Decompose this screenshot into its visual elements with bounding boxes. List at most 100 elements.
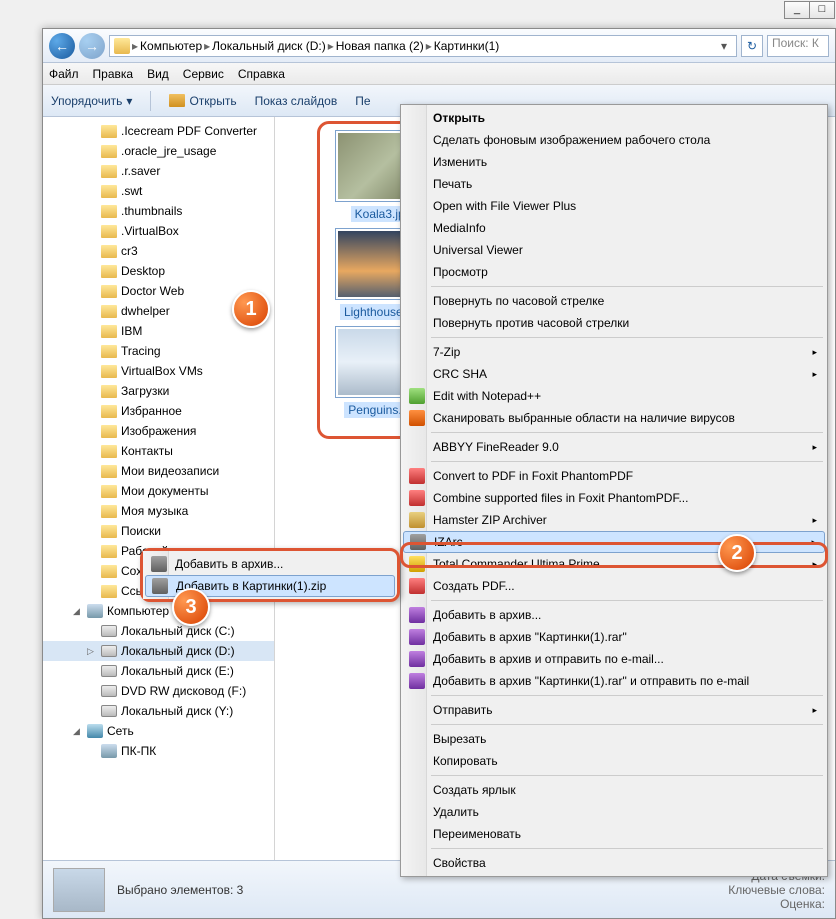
tree-label: Desktop xyxy=(121,264,165,278)
menu-view[interactable]: Вид xyxy=(147,67,169,81)
breadcrumb-item[interactable]: Новая папка (2) xyxy=(336,39,424,53)
tree-item[interactable]: Поиски xyxy=(43,521,274,541)
tree-item[interactable]: Desktop xyxy=(43,261,274,281)
context-menu-item[interactable]: Отправить▸ xyxy=(403,699,825,721)
tree-item[interactable]: .thumbnails xyxy=(43,201,274,221)
menu-item-label: Добавить в архив и отправить по e-mail..… xyxy=(433,652,664,666)
submenu-arrow-icon: ▸ xyxy=(812,347,817,358)
menu-bar: Файл Правка Вид Сервис Справка xyxy=(43,63,835,85)
context-menu-item[interactable]: Edit with Notepad++ xyxy=(403,385,825,407)
context-menu-item[interactable]: Сделать фоновым изображением рабочего ст… xyxy=(403,129,825,151)
menu-help[interactable]: Справка xyxy=(238,67,285,81)
context-menu-item[interactable]: Переименовать xyxy=(403,823,825,845)
menu-item-label: Сканировать выбранные области на наличие… xyxy=(433,411,735,425)
breadcrumb-dropdown[interactable]: ▾ xyxy=(716,39,732,53)
context-menu-item[interactable]: Добавить в архив... xyxy=(403,604,825,626)
context-menu-item[interactable]: 7-Zip▸ xyxy=(403,341,825,363)
forward-button[interactable]: → xyxy=(79,33,105,59)
toolbar-more[interactable]: Пе xyxy=(355,94,370,108)
folder-icon xyxy=(101,345,117,358)
tree-item[interactable]: ПК-ПК xyxy=(43,741,274,761)
tree-item[interactable]: Локальный диск (E:) xyxy=(43,661,274,681)
breadcrumb[interactable]: ▸ Компьютер ▸ Локальный диск (D:) ▸ Нова… xyxy=(109,35,737,57)
minimize-button[interactable]: _ xyxy=(784,1,810,19)
organize-button[interactable]: Упорядочить ▾ xyxy=(51,94,132,108)
context-menu-item[interactable]: Добавить в архив "Картинки(1).rar" xyxy=(403,626,825,648)
open-button[interactable]: Открыть xyxy=(169,94,236,108)
context-menu-item[interactable]: Свойства xyxy=(403,852,825,874)
tree-item[interactable]: .Icecream PDF Converter xyxy=(43,121,274,141)
context-menu-item[interactable]: Hamster ZIP Archiver▸ xyxy=(403,509,825,531)
context-menu-item[interactable]: Universal Viewer xyxy=(403,239,825,261)
folder-icon xyxy=(101,405,117,418)
navigation-tree[interactable]: .Icecream PDF Converter.oracle_jre_usage… xyxy=(43,117,275,860)
net-icon xyxy=(87,724,103,738)
back-button[interactable]: ← xyxy=(49,33,75,59)
context-menu-item[interactable]: Добавить в архив "Картинки(1).rar" и отп… xyxy=(403,670,825,692)
context-menu-item[interactable]: Combine supported files in Foxit Phantom… xyxy=(403,487,825,509)
slideshow-button[interactable]: Показ слайдов xyxy=(255,94,338,108)
menu-item-label: Hamster ZIP Archiver xyxy=(433,513,547,527)
tree-item[interactable]: .VirtualBox xyxy=(43,221,274,241)
tree-item[interactable]: Tracing xyxy=(43,341,274,361)
folder-icon xyxy=(101,265,117,278)
context-menu-item[interactable]: Удалить xyxy=(403,801,825,823)
tree-item[interactable]: Изображения xyxy=(43,421,274,441)
context-menu-item[interactable]: Повернуть по часовой стрелке xyxy=(403,290,825,312)
context-menu-item[interactable]: Total Commander Ultima Prime▸ xyxy=(403,553,825,575)
breadcrumb-sep: ▸ xyxy=(328,39,334,53)
tree-item[interactable]: Контакты xyxy=(43,441,274,461)
context-menu-item[interactable]: Создать ярлык xyxy=(403,779,825,801)
menu-tools[interactable]: Сервис xyxy=(183,67,224,81)
folder-icon xyxy=(101,245,117,258)
tree-item[interactable]: ▷Локальный диск (D:) xyxy=(43,641,274,661)
tree-item[interactable]: .r.saver xyxy=(43,161,274,181)
submenu-item[interactable]: Добавить в архив... xyxy=(145,553,395,575)
context-menu-item[interactable]: Вырезать xyxy=(403,728,825,750)
tree-item[interactable]: ◢Сеть xyxy=(43,721,274,741)
tree-item[interactable]: cr3 xyxy=(43,241,274,261)
toolbar-sep xyxy=(150,91,151,111)
tree-item[interactable]: DVD RW дисковод (F:) xyxy=(43,681,274,701)
context-menu-item[interactable]: ABBYY FineReader 9.0▸ xyxy=(403,436,825,458)
search-input[interactable]: Поиск: К xyxy=(767,35,829,57)
tree-item[interactable]: Мои документы xyxy=(43,481,274,501)
menu-edit[interactable]: Правка xyxy=(93,67,134,81)
breadcrumb-item[interactable]: Компьютер xyxy=(140,39,202,53)
context-menu[interactable]: ОткрытьСделать фоновым изображением рабо… xyxy=(400,104,828,877)
context-menu-item[interactable]: Печать xyxy=(403,173,825,195)
breadcrumb-item[interactable]: Локальный диск (D:) xyxy=(212,39,326,53)
context-menu-item[interactable]: Открыть xyxy=(403,107,825,129)
context-menu-item[interactable]: Добавить в архив и отправить по e-mail..… xyxy=(403,648,825,670)
folder-icon xyxy=(101,565,117,578)
tree-item[interactable]: Локальный диск (Y:) xyxy=(43,701,274,721)
tree-item[interactable]: .swt xyxy=(43,181,274,201)
context-menu-item[interactable]: Копировать xyxy=(403,750,825,772)
context-menu-item[interactable]: CRC SHA▸ xyxy=(403,363,825,385)
tree-item[interactable]: VirtualBox VMs xyxy=(43,361,274,381)
context-menu-item[interactable]: Создать PDF... xyxy=(403,575,825,597)
menu-item-label: Удалить xyxy=(433,805,479,819)
folder-icon xyxy=(101,125,117,138)
context-menu-item[interactable]: Просмотр xyxy=(403,261,825,283)
breadcrumb-item[interactable]: Картинки(1) xyxy=(434,39,500,53)
tree-item[interactable]: Моя музыка xyxy=(43,501,274,521)
context-menu-item[interactable]: Сканировать выбранные области на наличие… xyxy=(403,407,825,429)
context-menu-item[interactable]: IZArc▸ xyxy=(403,531,825,553)
context-menu-item[interactable]: Повернуть против часовой стрелки xyxy=(403,312,825,334)
tree-item[interactable]: .oracle_jre_usage xyxy=(43,141,274,161)
tree-item[interactable]: ◢Компьютер xyxy=(43,601,274,621)
tree-item[interactable]: Избранное xyxy=(43,401,274,421)
tree-label: Локальный диск (E:) xyxy=(121,664,234,678)
tree-item[interactable]: Загрузки xyxy=(43,381,274,401)
tree-item[interactable]: Локальный диск (C:) xyxy=(43,621,274,641)
menu-file[interactable]: Файл xyxy=(49,67,79,81)
menu-item-label: Копировать xyxy=(433,754,498,768)
refresh-button[interactable]: ↻ xyxy=(741,35,763,57)
context-menu-item[interactable]: Convert to PDF in Foxit PhantomPDF xyxy=(403,465,825,487)
context-menu-item[interactable]: Open with File Viewer Plus xyxy=(403,195,825,217)
context-menu-item[interactable]: MediaInfo xyxy=(403,217,825,239)
tree-item[interactable]: Мои видеозаписи xyxy=(43,461,274,481)
context-menu-item[interactable]: Изменить xyxy=(403,151,825,173)
maximize-button[interactable]: □ xyxy=(809,1,835,19)
